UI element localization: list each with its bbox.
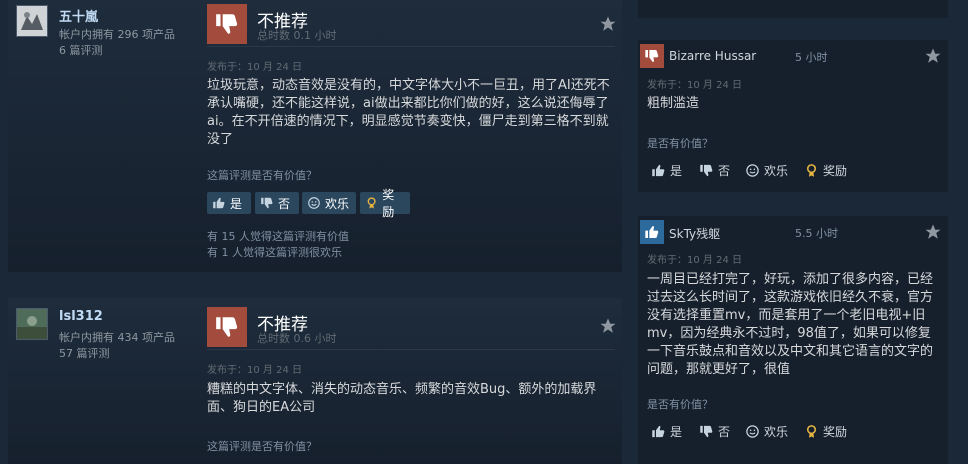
thumbs-down-icon xyxy=(700,164,713,176)
no-label: 否 xyxy=(278,196,291,211)
award-button[interactable]: 奖励 xyxy=(804,159,847,181)
side-review-2: SkTy残躯 5.5 小时 发布于：10 月 24 日 一周目已经打完了，好玩，… xyxy=(638,216,948,464)
award-icon xyxy=(806,163,817,177)
username[interactable]: 五十嵐 xyxy=(59,6,98,25)
yes-label: 是 xyxy=(670,163,683,178)
star-icon[interactable] xyxy=(924,223,942,241)
star-icon[interactable] xyxy=(599,15,617,33)
username[interactable]: SkTy残躯 xyxy=(669,225,720,242)
funny-label: 欢乐 xyxy=(325,196,350,211)
post-date: 发布于：10 月 24 日 xyxy=(647,80,742,91)
no-button[interactable]: 否 xyxy=(699,420,730,442)
funny-button[interactable]: 欢乐 xyxy=(745,159,788,181)
post-date: 发布于：10 月 24 日 xyxy=(647,255,742,266)
no-label: 否 xyxy=(718,424,731,439)
thumbs-down-icon xyxy=(640,44,664,68)
award-label: 奖励 xyxy=(382,188,395,219)
post-date: 发布于：10 月 24 日 xyxy=(207,62,302,73)
helpful-question: 是否有价值？ xyxy=(647,398,713,411)
review-count[interactable]: 6 篇评测 xyxy=(59,43,103,58)
username[interactable]: lsl312 xyxy=(59,309,103,324)
thumbs-down-icon xyxy=(700,425,713,437)
yes-label: 是 xyxy=(670,424,683,439)
yes-label: 是 xyxy=(230,196,243,211)
avatar[interactable] xyxy=(16,308,48,340)
smiley-icon xyxy=(746,424,759,438)
smiley-icon xyxy=(746,163,759,177)
thumbs-up-icon xyxy=(640,220,664,244)
yes-button[interactable]: 是 xyxy=(651,159,682,181)
award-label: 奖励 xyxy=(823,163,848,178)
funny-label: 欢乐 xyxy=(764,424,789,439)
products-owned[interactable]: 帐户内拥有 434 项产品 xyxy=(59,330,175,345)
review-text: 粗制滥造 xyxy=(647,96,700,111)
yes-button[interactable]: 是 xyxy=(207,192,251,214)
no-button[interactable]: 否 xyxy=(699,159,730,181)
side-review-1: Bizarre Hussar 5 小时 发布于：10 月 24 日 粗制滥造 是… xyxy=(638,40,948,192)
thumbs-up-icon xyxy=(213,197,225,209)
smiley-icon xyxy=(308,197,320,209)
thumbs-down-icon xyxy=(261,197,273,209)
post-date: 发布于：10 月 24 日 xyxy=(207,365,302,376)
funny-label: 欢乐 xyxy=(764,163,789,178)
helpful-question: 是否有价值？ xyxy=(647,137,713,150)
hours-played: 总时数 0.6 小时 xyxy=(257,332,337,345)
helpful-question: 这篇评测是否有价值？ xyxy=(207,169,317,182)
thumbs-up-icon xyxy=(652,164,665,176)
username[interactable]: Bizarre Hussar xyxy=(669,49,756,63)
helpful-question: 这篇评测是否有价值？ xyxy=(207,440,317,453)
no-label: 否 xyxy=(718,163,731,178)
award-button[interactable]: 奖励 xyxy=(804,420,847,442)
review-count[interactable]: 57 篇评测 xyxy=(59,346,110,361)
funny-votes: 有 1 人觉得这篇评测很欢乐 xyxy=(207,246,342,259)
hours-played: 5.5 小时 xyxy=(795,227,838,240)
award-button[interactable]: 奖励 xyxy=(360,188,410,219)
thumbs-down-icon xyxy=(207,307,247,347)
review-card-1: 五十嵐 帐户内拥有 296 项产品 6 篇评测 不推荐 总时数 0.1 小时 发… xyxy=(8,0,622,272)
yes-button[interactable]: 是 xyxy=(651,420,682,442)
hours-played: 5 小时 xyxy=(795,51,828,64)
award-label: 奖励 xyxy=(823,424,848,439)
review-card-2: lsl312 帐户内拥有 434 项产品 57 篇评测 不推荐 总时数 0.6 … xyxy=(8,298,622,464)
thumbs-down-icon xyxy=(207,4,247,44)
helpful-votes: 有 15 人觉得这篇评测有价值 xyxy=(207,230,349,243)
award-icon xyxy=(367,197,376,209)
award-icon xyxy=(806,424,817,438)
thumbs-up-icon xyxy=(652,425,665,437)
divider xyxy=(207,349,615,350)
star-icon[interactable] xyxy=(599,317,617,335)
funny-button[interactable]: 欢乐 xyxy=(302,192,356,214)
hours-played: 总时数 0.1 小时 xyxy=(257,29,337,42)
star-icon[interactable] xyxy=(924,47,942,65)
divider xyxy=(207,46,615,47)
no-button[interactable]: 否 xyxy=(255,192,299,214)
review-text: 一周目已经打完了，好玩，添加了很多内容，已经过去这么长时间了，这款游戏依旧经久不… xyxy=(647,272,934,377)
review-text: 垃圾玩意，动态音效是没有的，中文字体大小不一巨丑，用了AI还死不承认嘴硬，还不能… xyxy=(207,78,610,147)
products-owned[interactable]: 帐户内拥有 296 项产品 xyxy=(59,27,175,42)
side-top-strip xyxy=(638,0,948,18)
funny-button[interactable]: 欢乐 xyxy=(745,420,788,442)
avatar[interactable] xyxy=(16,5,48,37)
review-text: 糟糕的中文字体、消失的动态音乐、频繁的音效Bug、额外的加载界面、狗日的EA公司 xyxy=(207,382,597,415)
